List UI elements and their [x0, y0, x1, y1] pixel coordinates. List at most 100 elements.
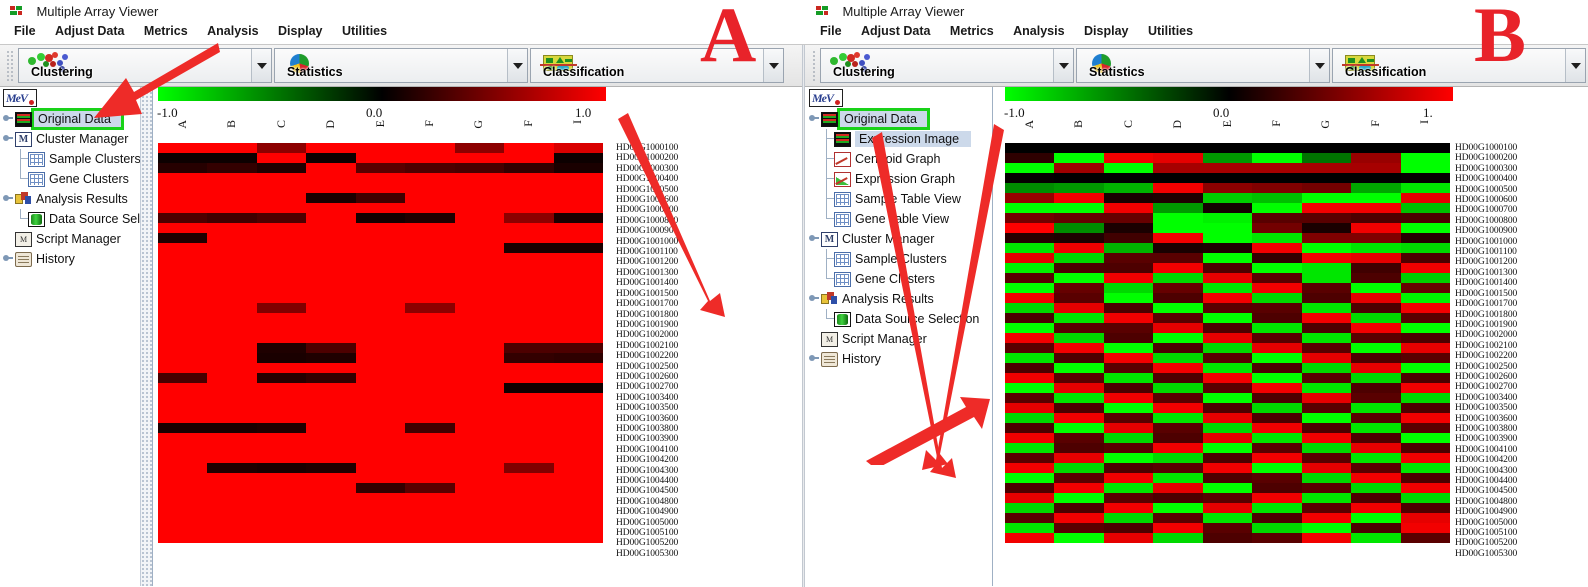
heatmap-cell[interactable]	[1005, 433, 1055, 443]
heatmap-cell[interactable]	[1054, 443, 1104, 453]
heatmap-cell[interactable]	[1252, 403, 1302, 413]
heatmap-cell[interactable]	[355, 523, 406, 533]
heatmap-cell[interactable]	[1103, 383, 1154, 393]
heatmap-cell[interactable]	[1301, 413, 1352, 423]
heatmap-cell[interactable]	[1252, 213, 1302, 223]
heatmap-cell[interactable]	[1301, 533, 1352, 543]
heatmap-cell[interactable]	[1103, 503, 1154, 513]
heatmap-cell[interactable]	[1153, 483, 1203, 493]
heatmap-cell[interactable]	[355, 193, 406, 203]
heatmap-cell[interactable]	[1202, 373, 1253, 383]
heatmap-cell[interactable]	[504, 193, 554, 203]
heatmap-cell[interactable]	[355, 223, 406, 233]
heatmap-cell[interactable]	[1351, 253, 1401, 263]
heatmap-cell[interactable]	[207, 443, 257, 453]
heatmap-cell[interactable]	[1103, 213, 1154, 223]
heatmap-cell[interactable]	[1005, 323, 1055, 333]
heatmap-cell[interactable]	[1351, 303, 1401, 313]
heatmap-cell[interactable]	[1202, 513, 1253, 523]
heatmap-cell[interactable]	[454, 483, 505, 493]
heatmap-cell[interactable]	[1153, 293, 1203, 303]
heatmap-cell[interactable]	[405, 313, 455, 323]
heatmap-cell[interactable]	[1202, 283, 1253, 293]
heatmap-cell[interactable]	[504, 223, 554, 233]
heatmap-cell[interactable]	[355, 363, 406, 373]
heatmap-cell[interactable]	[1005, 533, 1055, 543]
heatmap-cell[interactable]	[158, 153, 208, 163]
heatmap-cell[interactable]	[1153, 493, 1203, 503]
heatmap-cell[interactable]	[454, 533, 505, 543]
heatmap-cell[interactable]	[1400, 483, 1450, 493]
heatmap-cell[interactable]	[1005, 523, 1055, 533]
heatmap-cell[interactable]	[504, 373, 554, 383]
heatmap-cell[interactable]	[504, 403, 554, 413]
heatmap-cell[interactable]	[405, 343, 455, 353]
heatmap-cell[interactable]	[1351, 473, 1401, 483]
heatmap-cell[interactable]	[1301, 243, 1352, 253]
heatmap-cell[interactable]	[306, 213, 356, 223]
heatmap-cell[interactable]	[1054, 273, 1104, 283]
heatmap-cell[interactable]	[158, 273, 208, 283]
heatmap-cell[interactable]	[553, 473, 603, 483]
heatmap-cell[interactable]	[454, 303, 505, 313]
heatmap-cell[interactable]	[1005, 503, 1055, 513]
heatmap-cell[interactable]	[454, 353, 505, 363]
heatmap-cell[interactable]	[454, 433, 505, 443]
tree-item-expression-graph[interactable]: Expression Graph	[808, 169, 992, 189]
heatmap-cell[interactable]	[158, 363, 208, 373]
heatmap-cell[interactable]	[1252, 183, 1302, 193]
heatmap-cell[interactable]	[1054, 433, 1104, 443]
heatmap-cell[interactable]	[1252, 293, 1302, 303]
heatmap-cell[interactable]	[1301, 153, 1352, 163]
heatmap-cell[interactable]	[1103, 223, 1154, 233]
heatmap-cell[interactable]	[1103, 143, 1154, 153]
heatmap-cell[interactable]	[1202, 163, 1253, 173]
tree-expander-icon[interactable]	[808, 349, 821, 369]
heatmap-cell[interactable]	[306, 493, 356, 503]
heatmap-cell[interactable]	[1153, 373, 1203, 383]
heatmap-cell[interactable]	[405, 173, 455, 183]
heatmap-cell[interactable]	[207, 373, 257, 383]
heatmap-cell[interactable]	[158, 203, 208, 213]
heatmap-cell[interactable]	[405, 163, 455, 173]
heatmap-cell[interactable]	[355, 343, 406, 353]
heatmap-cell[interactable]	[1301, 513, 1352, 523]
heatmap-cell[interactable]	[207, 493, 257, 503]
heatmap-cell[interactable]	[405, 443, 455, 453]
heatmap-cell[interactable]	[158, 223, 208, 233]
heatmap-cell[interactable]	[454, 343, 505, 353]
heatmap-cell[interactable]	[207, 213, 257, 223]
heatmap-cell[interactable]	[553, 303, 603, 313]
heatmap-cell[interactable]	[256, 403, 307, 413]
heatmap-cell[interactable]	[1202, 213, 1253, 223]
heatmap-cell[interactable]	[1301, 433, 1352, 443]
heatmap-cell[interactable]	[454, 373, 505, 383]
heatmap-cell[interactable]	[1103, 323, 1154, 333]
classification-dropdown-arrow[interactable]	[763, 49, 783, 82]
tree-item-gene-clusters[interactable]: Gene Clusters	[808, 269, 992, 289]
tree-item-expression-image[interactable]: Expression Image	[808, 129, 992, 149]
heatmap-cell[interactable]	[1005, 303, 1055, 313]
heatmap-cell[interactable]	[306, 283, 356, 293]
heatmap-cell[interactable]	[1202, 243, 1253, 253]
heatmap-cell[interactable]	[454, 153, 505, 163]
heatmap-cell[interactable]	[504, 333, 554, 343]
clustering-button[interactable]: Clustering	[821, 49, 1053, 82]
heatmap-cell[interactable]	[1252, 443, 1302, 453]
toolbar-grip[interactable]	[812, 50, 817, 81]
heatmap-cell[interactable]	[1103, 443, 1154, 453]
heatmap-cell[interactable]	[1103, 183, 1154, 193]
heatmap-cell[interactable]	[256, 393, 307, 403]
heatmap-cell[interactable]	[1103, 423, 1154, 433]
heatmap-cell[interactable]	[1103, 163, 1154, 173]
heatmap-cell[interactable]	[454, 323, 505, 333]
heatmap-cell[interactable]	[1054, 513, 1104, 523]
heatmap-cell[interactable]	[1103, 493, 1154, 503]
heatmap-cell[interactable]	[1202, 493, 1253, 503]
heatmap-cell[interactable]	[158, 323, 208, 333]
heatmap-cell[interactable]	[1202, 433, 1253, 443]
heatmap-cell[interactable]	[1400, 183, 1450, 193]
heatmap-cell[interactable]	[1153, 243, 1203, 253]
clustering-dropdown-arrow[interactable]	[1053, 49, 1073, 82]
heatmap-cell[interactable]	[1054, 313, 1104, 323]
